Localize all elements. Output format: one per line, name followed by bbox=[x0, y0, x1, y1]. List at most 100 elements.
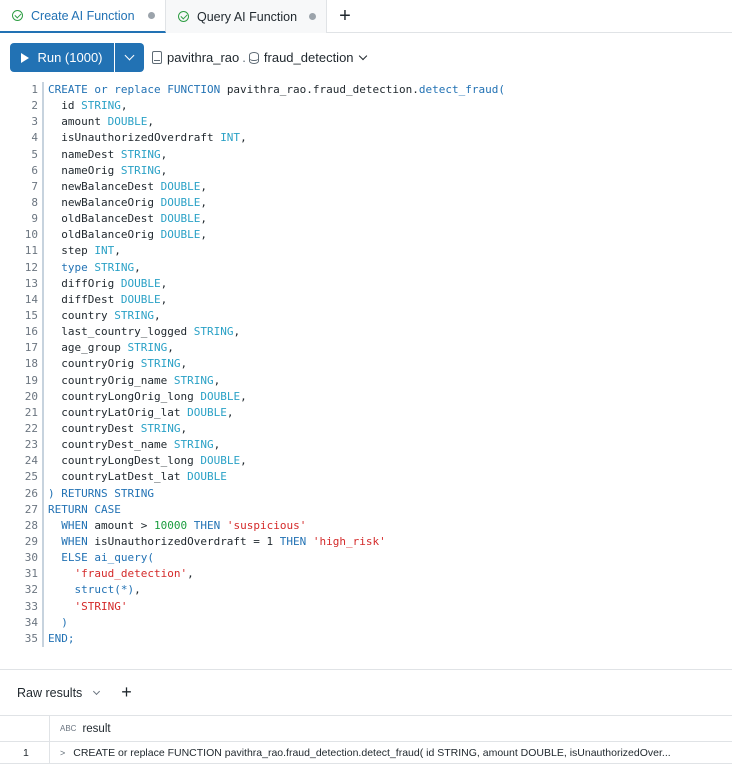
run-button-label: Run (1000) bbox=[37, 50, 103, 65]
code-token: DOUBLE bbox=[160, 228, 201, 242]
sql-editor[interactable]: 1 2 3 4 5 6 7 8 9 10 11 12 13 14 15 16 17 18 19 20 21 22 23 24 2… bbox=[10, 82, 732, 652]
table-row[interactable]: 1 > CREATE or replace FUNCTION pavithra_… bbox=[0, 741, 732, 764]
code-line: ) RETURNS STRING bbox=[48, 486, 732, 502]
code-token: STRING bbox=[140, 421, 181, 435]
code-token: newBalanceDest bbox=[48, 179, 161, 193]
line-number: 35 bbox=[24, 631, 38, 645]
run-button[interactable]: Run (1000) bbox=[10, 43, 114, 72]
code-token: , bbox=[114, 244, 121, 258]
code-token: nameDest bbox=[48, 147, 121, 161]
tab-query-ai-function[interactable]: Query AI Function bbox=[166, 0, 327, 33]
line-number: 34 bbox=[24, 615, 38, 629]
line-number: 15 bbox=[24, 308, 38, 322]
code-token: , bbox=[134, 260, 141, 274]
add-tab-icon[interactable]: + bbox=[327, 0, 363, 32]
chevron-right-icon[interactable]: > bbox=[60, 748, 65, 758]
line-number: 11 bbox=[24, 244, 38, 258]
line-number-gutter: 1 2 3 4 5 6 7 8 9 10 11 12 13 14 15 16 17 18 19 20 21 22 23 24 2… bbox=[10, 82, 44, 647]
column-header-label: result bbox=[82, 722, 111, 735]
code-token: isUnauthorizedOverdraft bbox=[48, 131, 221, 145]
code-line: struct(*), bbox=[48, 582, 732, 598]
results-table-header: ABC result bbox=[0, 715, 732, 742]
code-token: , bbox=[226, 405, 234, 419]
code-token: countryDest_name bbox=[48, 438, 174, 452]
line-number: 31 bbox=[24, 567, 38, 581]
code-line: ) bbox=[48, 615, 732, 631]
code-line: countryDest STRING, bbox=[48, 421, 732, 437]
code-line: CREATE or replace FUNCTION pavithra_rao.… bbox=[48, 82, 732, 98]
code-line: countryOrig_name STRING, bbox=[48, 373, 732, 389]
code-token: , bbox=[240, 131, 247, 145]
code-token: DOUBLE bbox=[160, 212, 201, 226]
code-line: 'STRING' bbox=[48, 599, 732, 615]
code-token: , bbox=[160, 163, 168, 177]
code-token: , bbox=[213, 438, 221, 452]
database-icon bbox=[248, 51, 259, 64]
code-token: , bbox=[134, 583, 141, 597]
code-line: countryOrig STRING, bbox=[48, 356, 732, 372]
schema-name: fraud_detection bbox=[263, 50, 354, 65]
tab-label: Query AI Function bbox=[197, 9, 298, 24]
code-line: step INT, bbox=[48, 243, 732, 259]
line-number: 24 bbox=[24, 454, 38, 468]
line-number: 27 bbox=[24, 502, 38, 516]
code-token: 10000 bbox=[153, 518, 188, 532]
code-line: END; bbox=[48, 631, 732, 647]
code-line: countryLatOrig_lat DOUBLE, bbox=[48, 405, 732, 421]
code-token: , bbox=[233, 325, 241, 339]
line-number: 2 bbox=[31, 99, 38, 113]
code-token: country bbox=[48, 308, 115, 322]
code-token: STRING bbox=[120, 147, 161, 161]
check-circle-icon bbox=[178, 11, 189, 22]
code-token: age_group bbox=[48, 341, 128, 355]
code-line: countryLongOrig_long DOUBLE, bbox=[48, 389, 732, 405]
line-number: 10 bbox=[24, 228, 38, 242]
line-number: 9 bbox=[31, 212, 38, 226]
code-token: amount > bbox=[94, 518, 154, 532]
column-header-result[interactable]: ABC result bbox=[50, 723, 111, 735]
tab-create-ai-function[interactable]: Create AI Function bbox=[0, 0, 166, 33]
code-area[interactable]: CREATE or replace FUNCTION pavithra_rao.… bbox=[48, 82, 732, 647]
catalog-schema-selector[interactable]: pavithra_rao . fraud_detection bbox=[152, 50, 367, 65]
code-token: countryLongOrig_long bbox=[48, 389, 201, 403]
code-line: countryLatDest_lat DOUBLE bbox=[48, 469, 732, 485]
code-line: newBalanceOrig DOUBLE, bbox=[48, 195, 732, 211]
code-line: 'fraud_detection', bbox=[48, 566, 732, 582]
tab-raw-results[interactable]: Raw results bbox=[17, 685, 101, 700]
code-token: STRING bbox=[94, 260, 135, 274]
code-token: ) bbox=[48, 615, 68, 629]
catalog-name: pavithra_rao bbox=[167, 50, 240, 65]
code-token: THEN bbox=[273, 534, 313, 548]
string-type-icon: ABC bbox=[60, 724, 77, 733]
code-token: countryOrig_name bbox=[48, 373, 174, 387]
code-token: 'suspicious' bbox=[226, 518, 307, 532]
check-circle-icon bbox=[12, 10, 23, 21]
line-number: 4 bbox=[31, 131, 38, 145]
code-token: id bbox=[48, 99, 82, 113]
add-visualization-icon[interactable]: + bbox=[121, 682, 132, 703]
code-line: country STRING, bbox=[48, 308, 732, 324]
unsaved-dot-icon bbox=[309, 13, 316, 20]
editor-toolbar: Run (1000) pavithra_rao . fraud_detectio… bbox=[10, 43, 367, 72]
code-token: THEN bbox=[187, 518, 227, 532]
code-line: oldBalanceDest DOUBLE, bbox=[48, 211, 732, 227]
code-token: DOUBLE bbox=[200, 454, 241, 468]
result-cell[interactable]: > CREATE or replace FUNCTION pavithra_ra… bbox=[50, 747, 720, 759]
chevron-down-icon bbox=[124, 50, 135, 61]
code-token: , bbox=[200, 195, 207, 209]
raw-results-label: Raw results bbox=[17, 685, 83, 700]
line-number: 20 bbox=[24, 389, 38, 403]
code-token: WHEN bbox=[48, 534, 95, 548]
line-number: 12 bbox=[24, 260, 38, 274]
line-number: 16 bbox=[24, 325, 38, 339]
code-token: STRING bbox=[81, 99, 121, 113]
result-cell-text: CREATE or replace FUNCTION pavithra_rao.… bbox=[73, 746, 671, 759]
code-token: last_country_logged bbox=[48, 325, 194, 339]
line-number: 30 bbox=[24, 551, 38, 565]
code-line: last_country_logged STRING, bbox=[48, 324, 732, 340]
code-token: , bbox=[200, 212, 207, 226]
code-token: detect_fraud( bbox=[418, 83, 505, 96]
run-options-dropdown[interactable] bbox=[115, 43, 144, 72]
code-token: , bbox=[200, 179, 207, 193]
code-token: STRING bbox=[173, 373, 214, 387]
